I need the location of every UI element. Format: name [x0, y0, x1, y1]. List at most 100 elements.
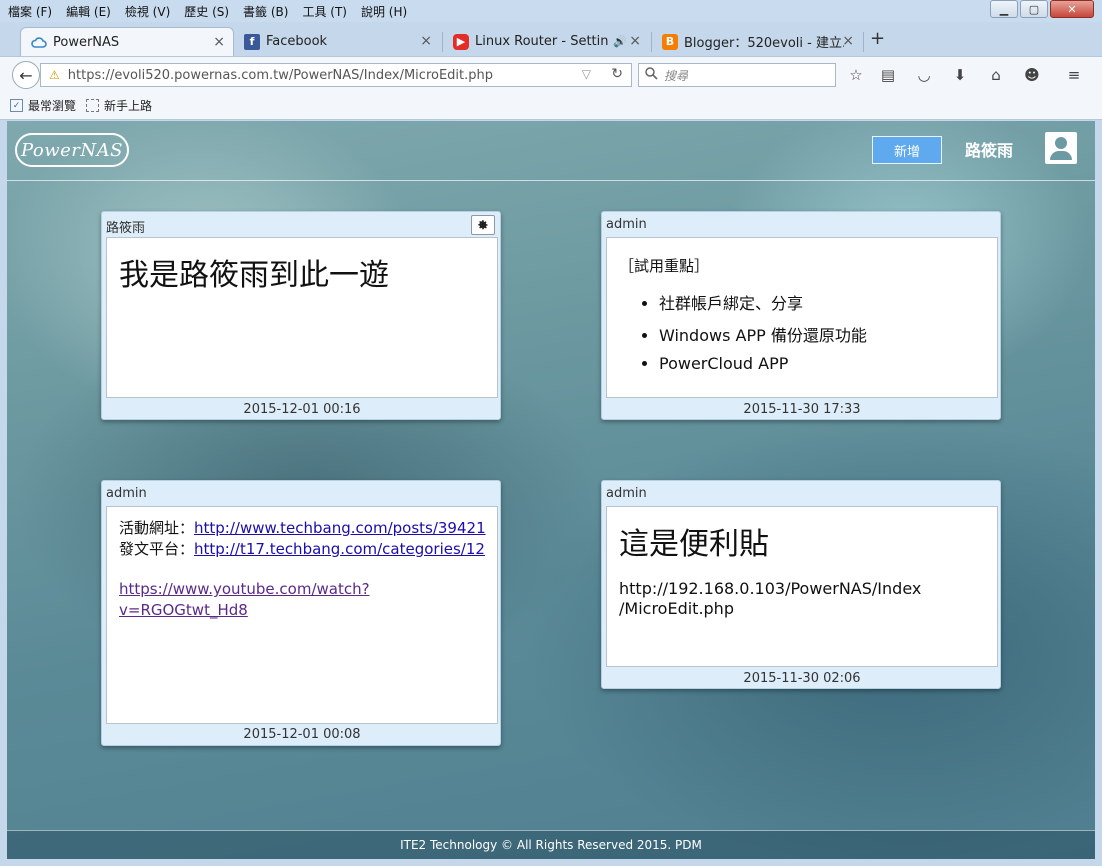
note-timestamp: 2015-11-30 17:33: [743, 402, 861, 417]
window-controls: ▁ ▢ ✕: [988, 0, 1094, 18]
lock-warning-icon: ⚠: [49, 68, 60, 82]
user-icon: [1055, 137, 1067, 149]
note-title: 這是便利貼: [619, 527, 769, 562]
menu-file[interactable]: 檔案 (F): [8, 3, 52, 20]
note-line: https://www.youtube.com/watch?v=RGOGtwt_…: [119, 579, 497, 621]
download-icon[interactable]: ⬇: [950, 66, 970, 84]
menu-view[interactable]: 檢視 (V): [125, 3, 170, 20]
note-line: 活動網址：http://www.techbang.com/posts/39421: [119, 518, 497, 539]
tab-label: Facebook: [266, 34, 328, 49]
techbang-post-link[interactable]: http://www.techbang.com/posts/39421: [194, 519, 486, 537]
navigation-bar: ← ⚠ https://evoli520.powernas.com.tw/Pow…: [0, 56, 1102, 92]
note-line: http://192.168.0.103/PowerNAS/Index: [619, 579, 922, 598]
note-card[interactable]: admin 這是便利貼 http://192.168.0.103/PowerNA…: [601, 480, 1001, 689]
note-line: /MicroEdit.php: [619, 599, 734, 618]
star-icon[interactable]: ☆: [846, 66, 866, 84]
note-card[interactable]: admin 活動網址：http://www.techbang.com/posts…: [101, 480, 501, 746]
note-title: 我是路筱雨到此一遊: [119, 258, 389, 293]
home-icon[interactable]: ⌂: [986, 66, 1006, 84]
note-body[interactable]: 我是路筱雨到此一遊: [106, 237, 498, 398]
note-author: 路筱雨: [106, 221, 146, 236]
menu-bar: 檔案 (F) 編輯 (E) 檢視 (V) 歷史 (S) 書籤 (B) 工具 (T…: [0, 0, 1102, 22]
close-tab-icon[interactable]: ×: [629, 33, 641, 49]
note-card[interactable]: admin ［試用重點］ 社群帳戶綁定、分享 Windows APP 備份還原功…: [601, 211, 1001, 420]
tab-blogger[interactable]: B Blogger：520evoli - 建立... ×: [652, 27, 862, 56]
line-label: 活動網址：: [119, 519, 195, 537]
line-label: 發文平台：: [119, 540, 195, 558]
list-item: PowerCloud APP: [659, 354, 997, 373]
tab-facebook[interactable]: f Facebook ×: [234, 27, 440, 56]
user-name[interactable]: 路筱雨: [965, 137, 1013, 161]
close-window-button[interactable]: ✕: [1050, 0, 1094, 18]
techbang-category-link[interactable]: http://t17.techbang.com/categories/12: [194, 540, 485, 558]
arrow-left-icon: ←: [19, 65, 33, 85]
note-body[interactable]: 活動網址：http://www.techbang.com/posts/39421…: [106, 506, 498, 724]
note-body[interactable]: 這是便利貼 http://192.168.0.103/PowerNAS/Inde…: [606, 506, 998, 667]
page-footer: ITE2 Technology © All Rights Reserved 20…: [7, 830, 1095, 859]
youtube-icon: ▶: [453, 33, 469, 50]
note-card[interactable]: 路筱雨 我是路筱雨到此一遊 2015-12-01 00:16: [101, 211, 501, 420]
dropdown-arrow-icon[interactable]: ▽: [582, 67, 591, 81]
tab-label: Blogger：520evoli - 建立...: [684, 36, 844, 51]
bookmark-label: 最常瀏覽: [28, 99, 77, 113]
close-tab-icon[interactable]: ×: [420, 33, 432, 49]
search-input[interactable]: 搜尋: [638, 63, 836, 87]
menu-tools[interactable]: 工具 (T): [302, 3, 347, 20]
back-button[interactable]: ←: [12, 61, 40, 89]
page-content: PowerNAS 新增 路筱雨 路筱雨 我是路筱雨到此一遊 2015-12-01…: [7, 121, 1095, 859]
menu-bookmarks[interactable]: 書籤 (B): [243, 3, 288, 20]
bookmark-page-icon: [86, 99, 100, 112]
browser-window: 檔案 (F) 編輯 (E) 檢視 (V) 歷史 (S) 書籤 (B) 工具 (T…: [0, 0, 1102, 866]
blogger-icon: B: [662, 33, 678, 50]
tab-linux-router[interactable]: ▶ Linux Router - Setting... 🔊 ×: [443, 27, 649, 56]
note-author: admin: [106, 486, 147, 501]
search-placeholder: 搜尋: [664, 68, 689, 83]
note-body[interactable]: ［試用重點］ 社群帳戶綁定、分享 Windows APP 備份還原功能 Powe…: [606, 237, 998, 398]
search-icon: [645, 66, 658, 84]
restore-button[interactable]: ▢: [1020, 0, 1048, 18]
list-item: 社群帳戶綁定、分享: [659, 290, 997, 314]
bookmark-label: 新手上路: [104, 99, 153, 113]
chat-icon[interactable]: ☻: [1022, 66, 1042, 84]
gear-icon[interactable]: [471, 215, 495, 235]
menu-icon[interactable]: ≡: [1064, 66, 1084, 84]
menu-edit[interactable]: 編輯 (E): [66, 3, 111, 20]
tab-label: Linux Router - Setting...: [475, 34, 609, 49]
new-tab-button[interactable]: +: [870, 28, 885, 49]
close-tab-icon[interactable]: ×: [842, 33, 854, 49]
powernas-logo[interactable]: PowerNAS: [15, 133, 129, 167]
note-line: 發文平台：http://t17.techbang.com/categories/…: [119, 539, 497, 560]
note-timestamp: 2015-12-01 00:08: [243, 727, 361, 742]
menu-help[interactable]: 說明 (H): [361, 3, 407, 20]
bookmark-folder-icon: ✓: [10, 99, 23, 112]
app-header: PowerNAS 新增 路筱雨: [7, 121, 1095, 181]
note-heading: ［試用重點］: [619, 257, 710, 275]
tab-label: PowerNAS: [53, 34, 120, 50]
cloud-icon: [31, 34, 47, 50]
note-timestamp: 2015-12-01 00:16: [243, 402, 361, 417]
speaker-icon[interactable]: 🔊: [613, 35, 627, 48]
bookmark-most-visited[interactable]: ✓ 最常瀏覽: [10, 97, 76, 114]
note-timestamp: 2015-11-30 02:06: [743, 671, 861, 686]
youtube-link[interactable]: https://www.youtube.com/watch?v=RGOGtwt_…: [119, 580, 370, 619]
user-icon-body: [1050, 151, 1072, 160]
add-note-button[interactable]: 新增: [872, 136, 942, 164]
minimize-button[interactable]: ▁: [990, 0, 1018, 18]
note-author: admin: [606, 486, 647, 501]
pocket-icon[interactable]: ◡: [914, 66, 934, 84]
bookmark-getting-started[interactable]: 新手上路: [86, 97, 152, 114]
note-author: admin: [606, 217, 647, 232]
tab-powernas[interactable]: PowerNAS ×: [20, 27, 234, 56]
url-text: https://evoli520.powernas.com.tw/PowerNA…: [67, 67, 494, 83]
menu-history[interactable]: 歷史 (S): [184, 3, 229, 20]
note-text: 活動網址：http://www.techbang.com/posts/39421…: [119, 518, 497, 621]
note-bullet-list: 社群帳戶綁定、分享 Windows APP 備份還原功能 PowerCloud …: [659, 290, 997, 373]
avatar[interactable]: [1045, 132, 1077, 164]
bookmarks-toolbar: ✓ 最常瀏覽 新手上路: [0, 92, 1102, 120]
note-text: http://192.168.0.103/PowerNAS/Index /Mic…: [619, 579, 997, 619]
close-tab-icon[interactable]: ×: [213, 34, 225, 50]
reload-icon[interactable]: ↻: [611, 66, 623, 82]
reading-list-icon[interactable]: ▤: [878, 66, 898, 84]
tab-strip: PowerNAS × f Facebook × ▶ Linux Router -…: [0, 22, 1102, 56]
url-bar[interactable]: ⚠ https://evoli520.powernas.com.tw/Power…: [40, 63, 632, 87]
